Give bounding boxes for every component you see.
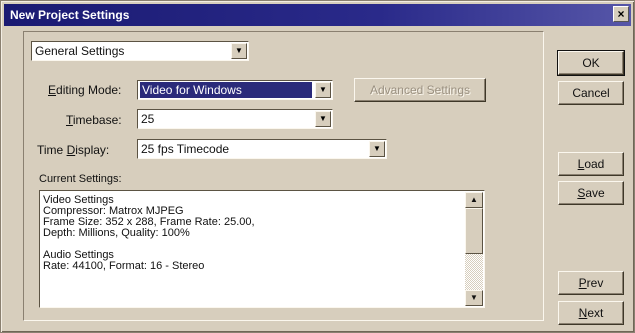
time-display-value: 25 fps Timecode (141, 142, 230, 156)
timebase-label: Timebase: (66, 113, 122, 127)
editing-mode-select[interactable]: Video for Windows ▼ (137, 80, 333, 100)
current-settings-label: Current Settings: (39, 173, 122, 185)
new-project-settings-dialog: New Project Settings × General Settings … (0, 0, 635, 333)
chevron-down-icon[interactable]: ▼ (315, 111, 331, 127)
scroll-down-icon[interactable]: ▼ (465, 290, 483, 306)
next-button[interactable]: Next (558, 301, 624, 325)
cancel-button[interactable]: Cancel (558, 81, 624, 105)
advanced-settings-button[interactable]: Advanced Settings (354, 78, 486, 102)
scroll-thumb[interactable] (465, 208, 483, 254)
chevron-down-icon[interactable]: ▼ (231, 43, 247, 59)
save-button[interactable]: Save (558, 181, 624, 205)
ok-button[interactable]: OK (557, 50, 625, 76)
editing-mode-label: Editing Mode: (48, 83, 122, 97)
current-settings-textbox[interactable]: Video Settings Compressor: Matrox MJPEG … (39, 190, 485, 308)
time-display-label: Time Display: (37, 143, 110, 157)
settings-line: Depth: Millions, Quality: 100% (43, 227, 190, 239)
chevron-down-icon[interactable]: ▼ (369, 141, 385, 157)
category-select[interactable]: General Settings ▼ (31, 41, 249, 61)
settings-line: Rate: 44100, Format: 16 - Stereo (43, 260, 205, 272)
time-display-select[interactable]: 25 fps Timecode ▼ (137, 139, 387, 159)
close-icon: × (617, 7, 625, 21)
window-title: New Project Settings (10, 8, 130, 22)
prev-button[interactable]: Prev (558, 271, 624, 295)
editing-mode-value: Video for Windows (140, 82, 312, 98)
close-button[interactable]: × (613, 6, 629, 22)
timebase-select[interactable]: 25 ▼ (137, 109, 333, 129)
timebase-value: 25 (141, 112, 155, 126)
title-bar[interactable]: New Project Settings × (4, 4, 631, 26)
vertical-scrollbar[interactable]: ▲ ▼ (465, 192, 483, 306)
category-select-value: General Settings (35, 44, 125, 58)
scroll-up-icon[interactable]: ▲ (465, 192, 483, 208)
load-button[interactable]: Load (558, 152, 624, 176)
chevron-down-icon[interactable]: ▼ (315, 82, 331, 98)
current-settings-text: Video Settings Compressor: Matrox MJPEG … (43, 195, 462, 305)
